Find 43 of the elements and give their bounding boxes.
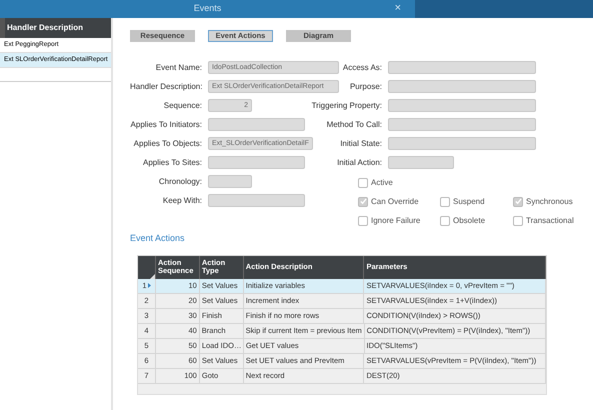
check-icon [360, 198, 366, 205]
checkbox[interactable] [440, 196, 450, 206]
close-button[interactable]: × [394, 2, 401, 15]
field-label: Handler Description: [130, 80, 204, 92]
checkbox[interactable] [513, 196, 523, 206]
input-field[interactable] [388, 156, 454, 169]
input-field[interactable] [208, 194, 305, 207]
input-field[interactable] [388, 61, 536, 74]
checkbox-label: Suspend [453, 196, 485, 208]
checkbox[interactable] [358, 178, 368, 188]
field-label: Chronology: [158, 176, 203, 188]
check-icon [514, 198, 522, 205]
field-label: Event Name: [154, 62, 203, 74]
checkbox-label: Ignore Failure [371, 214, 420, 226]
window-title: Events [194, 2, 222, 16]
field-label: Triggering Property: [310, 100, 383, 112]
input-field[interactable] [208, 118, 305, 131]
checkbox[interactable] [358, 196, 368, 206]
input-field[interactable] [388, 80, 536, 93]
checkbox-label: Obsolete [453, 214, 486, 226]
field-label: Applies To Initiators: [130, 118, 203, 130]
checkbox[interactable] [358, 216, 368, 226]
field-label: Applies To Sites: [142, 156, 203, 168]
row-pointer-icon [148, 283, 151, 288]
checkbox-label: Active [371, 176, 393, 188]
input-field[interactable] [208, 175, 252, 188]
checkbox-label: Can Override [371, 196, 419, 208]
checkbox[interactable] [440, 216, 450, 226]
checkbox[interactable] [513, 216, 523, 226]
input-field[interactable] [388, 99, 536, 112]
section-title: Event Actions [130, 232, 186, 245]
checkbox-label: Synchronous [526, 196, 573, 208]
field-label: Sequence: [162, 100, 203, 112]
field-label: Keep With: [162, 194, 203, 206]
field-label: Initial Action: [336, 156, 383, 168]
input-field[interactable] [388, 137, 536, 150]
input-field[interactable] [388, 118, 536, 131]
field-label: Method To Call: [326, 118, 383, 130]
input-field[interactable] [208, 156, 305, 169]
field-label: Access As: [342, 62, 383, 74]
checkbox-label: Transactional [526, 214, 574, 226]
field-label: Applies To Objects: [132, 138, 203, 150]
column-header: Handler Description [0, 18, 111, 38]
